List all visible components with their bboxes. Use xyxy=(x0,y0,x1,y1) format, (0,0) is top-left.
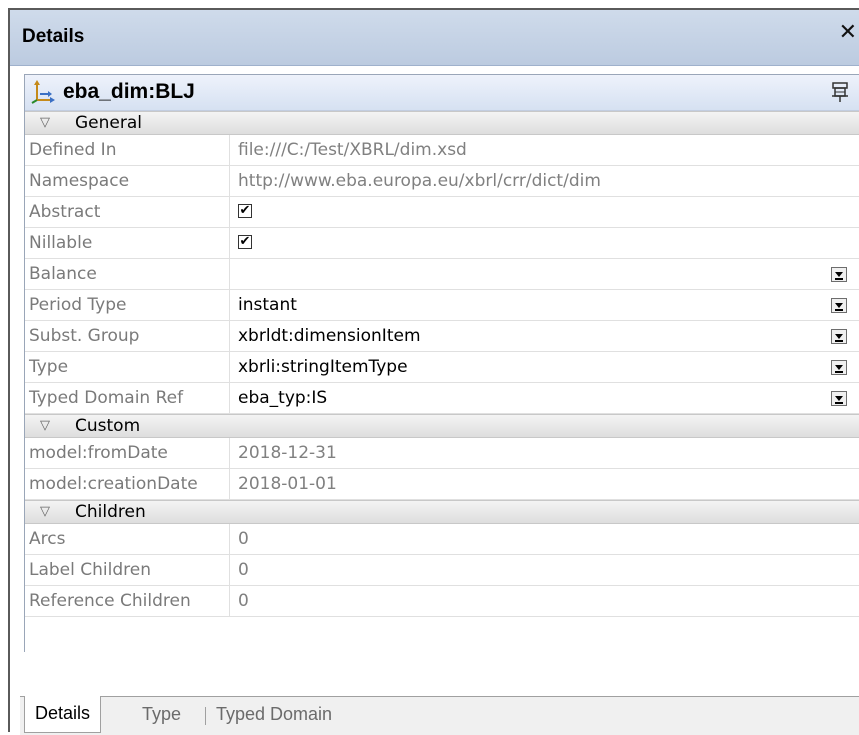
collapse-triangle-icon[interactable]: ▽ xyxy=(40,115,50,130)
tab-details[interactable]: Details xyxy=(24,696,102,733)
dimension-axis-icon xyxy=(31,80,55,104)
group-header-custom[interactable]: ▽ Custom xyxy=(25,414,859,438)
property-select-value[interactable]: xbrldt:dimensionItem xyxy=(238,321,859,351)
property-row: Reference Children 0 xyxy=(25,586,859,617)
dropdown-arrow-icon[interactable] xyxy=(831,298,847,313)
group-header-general[interactable]: ▽ General xyxy=(25,111,859,135)
property-row: Typed Domain Ref eba_typ:IS xyxy=(25,383,859,414)
property-grid: eba_dim:BLJ ▽ General Defined In file:///C:… xyxy=(24,74,859,652)
pin-icon[interactable] xyxy=(831,81,849,103)
dropdown-arrow-icon[interactable] xyxy=(831,329,847,344)
property-key: Subst. Group xyxy=(25,321,230,351)
element-name: eba_dim:BLJ xyxy=(63,80,195,103)
property-select-value[interactable] xyxy=(238,259,859,289)
property-key: Type xyxy=(25,352,230,382)
property-value: http://www.eba.europa.eu/xbrl/crr/dict/d… xyxy=(238,171,601,191)
property-row: model:fromDate 2018-12-31 xyxy=(25,438,859,469)
tab-typed-domain[interactable]: Typed Domain xyxy=(206,697,342,733)
property-value: 2018-01-01 xyxy=(238,474,337,494)
property-value: file:///C:/Test/XBRL/dim.xsd xyxy=(238,140,467,160)
group-label: Children xyxy=(75,502,146,522)
collapse-triangle-icon[interactable]: ▽ xyxy=(40,504,50,519)
property-select-value[interactable]: instant xyxy=(238,290,859,320)
group-label: General xyxy=(75,113,142,133)
property-value: 2018-12-31 xyxy=(238,443,337,463)
details-window: Details ✕ eba_dim:BLJ ▽ General Defined … xyxy=(8,8,859,735)
property-row: Abstract ✔ xyxy=(25,197,859,228)
property-value: 0 xyxy=(238,560,249,580)
property-row: Arcs 0 xyxy=(25,524,859,555)
group-header-children[interactable]: ▽ Children xyxy=(25,500,859,524)
property-groups: ▽ General Defined In file:///C:/Test/XBRL/d… xyxy=(25,111,859,617)
property-key: Abstract xyxy=(25,197,230,227)
property-row: Type xbrli:stringItemType xyxy=(25,352,859,383)
property-key: Arcs xyxy=(25,524,230,554)
element-heading: eba_dim:BLJ xyxy=(25,75,859,111)
property-key: Period Type xyxy=(25,290,230,320)
property-row: Nillable ✔ xyxy=(25,228,859,259)
property-value: 0 xyxy=(238,591,249,611)
dropdown-arrow-icon[interactable] xyxy=(831,267,847,282)
dropdown-arrow-icon[interactable] xyxy=(831,360,847,375)
property-row: model:creationDate 2018-01-01 xyxy=(25,469,859,500)
property-checkbox[interactable]: ✔ xyxy=(238,204,252,218)
property-key: Defined In xyxy=(25,135,230,165)
property-value: 0 xyxy=(238,529,249,549)
bottom-tab-bar: Details Type Typed Domain xyxy=(20,696,859,735)
property-row: Label Children 0 xyxy=(25,555,859,586)
collapse-triangle-icon[interactable]: ▽ xyxy=(40,418,50,433)
property-row: Period Type instant xyxy=(25,290,859,321)
dropdown-arrow-icon[interactable] xyxy=(831,391,847,406)
property-key: model:fromDate xyxy=(25,438,230,468)
property-select-value[interactable]: xbrli:stringItemType xyxy=(238,352,859,382)
property-row: Subst. Group xbrldt:dimensionItem xyxy=(25,321,859,352)
window-title: Details xyxy=(22,26,85,47)
property-checkbox[interactable]: ✔ xyxy=(238,235,252,249)
close-icon[interactable]: ✕ xyxy=(839,22,857,44)
tab-type[interactable]: Type xyxy=(132,697,191,733)
property-row: Defined In file:///C:/Test/XBRL/dim.xsd xyxy=(25,135,859,166)
group-label: Custom xyxy=(75,416,141,436)
property-key: Label Children xyxy=(25,555,230,585)
property-key: Balance xyxy=(25,259,230,289)
property-key: Typed Domain Ref xyxy=(25,383,230,413)
title-bar[interactable]: Details ✕ xyxy=(10,10,859,66)
property-key: Namespace xyxy=(25,166,230,196)
property-row: Balance xyxy=(25,259,859,290)
property-row: Namespace http://www.eba.europa.eu/xbrl/c… xyxy=(25,166,859,197)
property-select-value[interactable]: eba_typ:IS xyxy=(238,383,859,413)
property-key: Reference Children xyxy=(25,586,230,616)
property-key: model:creationDate xyxy=(25,469,230,499)
property-key: Nillable xyxy=(25,228,230,258)
